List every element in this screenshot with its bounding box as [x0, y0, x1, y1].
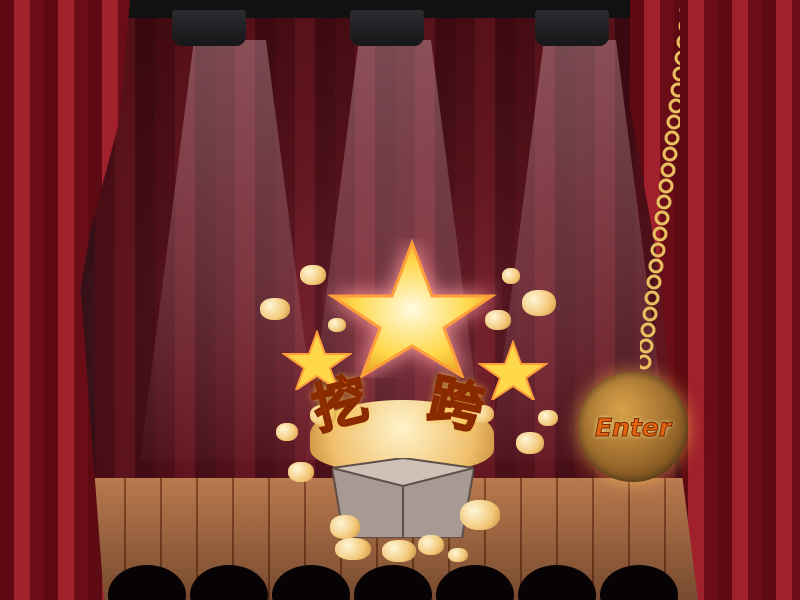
popcorn-kernel: [288, 462, 314, 482]
popcorn-kernel: [522, 290, 556, 316]
audience-head: [436, 565, 514, 600]
popcorn-kernel: [335, 538, 371, 560]
popcorn-kernel: [538, 410, 558, 426]
spotlight-icon: [172, 10, 246, 46]
popcorn-kernel: [382, 540, 416, 562]
enter-button[interactable]: Enter: [578, 372, 688, 482]
audience-head: [190, 565, 268, 600]
popcorn-kernel: [330, 515, 360, 539]
popcorn-kernel: [276, 423, 298, 441]
chain-icon: [640, 7, 680, 370]
enter-button-label: Enter: [594, 412, 672, 442]
audience-head: [354, 565, 432, 600]
audience-silhouettes: [0, 565, 800, 600]
audience-head: [518, 565, 596, 600]
spotlight-icon: [350, 10, 424, 46]
popcorn-kernel: [516, 432, 544, 454]
popcorn-kernel: [300, 265, 326, 285]
audience-head: [108, 565, 186, 600]
popcorn-kernel: [448, 548, 468, 562]
popcorn-kernel: [485, 310, 511, 330]
spotlight-icon: [535, 10, 609, 46]
popcorn-kernel: [260, 298, 290, 320]
audience-head: [272, 565, 350, 600]
popcorn-kernel: [502, 268, 520, 284]
theater-stage: 挖 跨 Enter: [0, 0, 800, 600]
popcorn-kernel: [460, 500, 500, 530]
popcorn-kernel: [328, 318, 346, 332]
popcorn-kernel: [418, 535, 444, 555]
audience-head: [600, 565, 678, 600]
